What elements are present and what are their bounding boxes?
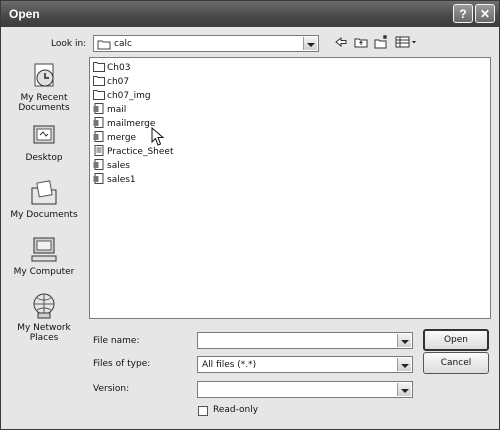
spreadsheet-file-icon [93, 103, 104, 114]
place-my-computer[interactable]: My Computer [7, 235, 81, 277]
file-name: mail [107, 105, 127, 115]
files-of-type-value: All files (*.*) [202, 360, 257, 370]
spreadsheet-file-icon [93, 173, 104, 184]
close-button[interactable]: ✕ [475, 4, 495, 23]
place-my-documents[interactable]: My Documents [7, 178, 81, 220]
file-name: sales1 [107, 175, 136, 185]
list-item[interactable]: sales1 [93, 173, 136, 187]
spreadsheet-file-icon [94, 145, 104, 156]
look-in-label: Look in: [51, 39, 87, 49]
file-name: Practice_Sheet [107, 147, 174, 157]
place-label: My Network Places [17, 323, 71, 343]
place-my-network-places[interactable]: My Network Places [7, 291, 81, 343]
look-in-value: calc [114, 39, 132, 49]
place-label: My Recent Documents [18, 93, 70, 113]
spreadsheet-file-icon [93, 159, 104, 170]
list-item[interactable]: mail [93, 103, 126, 117]
folder-icon [93, 76, 105, 86]
file-name: merge [107, 133, 137, 143]
place-desktop[interactable]: Desktop [7, 121, 81, 163]
folder-icon [97, 40, 111, 50]
new-folder-icon[interactable] [373, 34, 389, 50]
list-item[interactable]: Ch03 [93, 61, 130, 75]
help-button[interactable]: ? [453, 4, 473, 23]
chevron-down-icon[interactable] [397, 358, 411, 371]
list-item[interactable]: mailmerge [93, 117, 155, 131]
file-name-label: File name: [93, 336, 140, 346]
title-bar[interactable]: Open ? ✕ [1, 1, 499, 27]
folder-icon [93, 62, 105, 72]
my-documents-icon [31, 180, 57, 205]
place-my-recent-documents[interactable]: My Recent Documents [7, 61, 81, 113]
file-name: ch07 [107, 77, 130, 87]
desktop-icon [33, 125, 55, 144]
file-name: Ch03 [107, 63, 131, 73]
list-item[interactable]: Practice_Sheet [93, 145, 173, 159]
places-bar: My Recent Documents Desktop My Documents [7, 57, 81, 357]
recent-documents-icon [34, 63, 54, 87]
up-folder-icon[interactable] [353, 34, 369, 50]
files-of-type-label: Files of type: [93, 359, 151, 369]
back-icon[interactable] [333, 34, 349, 50]
list-item[interactable]: sales [93, 159, 130, 173]
read-only-label: Read-only [213, 405, 259, 415]
file-name: ch07_img [107, 91, 151, 101]
chevron-down-icon[interactable] [303, 37, 317, 50]
open-dialog: Open ? ✕ Look in: calc My Recent Documen… [0, 0, 500, 430]
list-item[interactable]: ch07 [93, 75, 129, 89]
mouse-cursor-icon [151, 127, 165, 146]
look-in-dropdown[interactable]: calc [93, 35, 319, 52]
place-label: My Computer [13, 267, 75, 277]
cancel-button[interactable]: Cancel [423, 352, 489, 374]
network-places-icon [33, 293, 55, 319]
my-computer-icon [31, 237, 57, 262]
file-name: sales [107, 161, 130, 171]
views-menu-icon[interactable] [394, 34, 418, 50]
chevron-down-icon[interactable] [397, 383, 411, 396]
spreadsheet-file-icon [93, 117, 104, 128]
chevron-down-icon[interactable] [397, 334, 411, 347]
open-button[interactable]: Open [423, 329, 489, 351]
list-item[interactable]: ch07_img [93, 89, 151, 103]
file-list[interactable]: Ch03 ch07 ch07_img mail mailmerge merge … [89, 57, 491, 319]
list-item[interactable]: merge [93, 131, 136, 145]
file-name: mailmerge [107, 119, 156, 129]
spreadsheet-file-icon [93, 131, 104, 142]
window-title: Open [9, 7, 40, 21]
folder-icon [93, 90, 105, 100]
file-name-field[interactable] [197, 332, 413, 349]
place-label: Desktop [25, 153, 63, 163]
version-label: Version: [93, 384, 130, 394]
files-of-type-dropdown[interactable]: All files (*.*) [197, 356, 413, 373]
version-dropdown[interactable] [197, 381, 413, 398]
place-label: My Documents [10, 210, 78, 220]
read-only-checkbox[interactable] [198, 406, 208, 416]
